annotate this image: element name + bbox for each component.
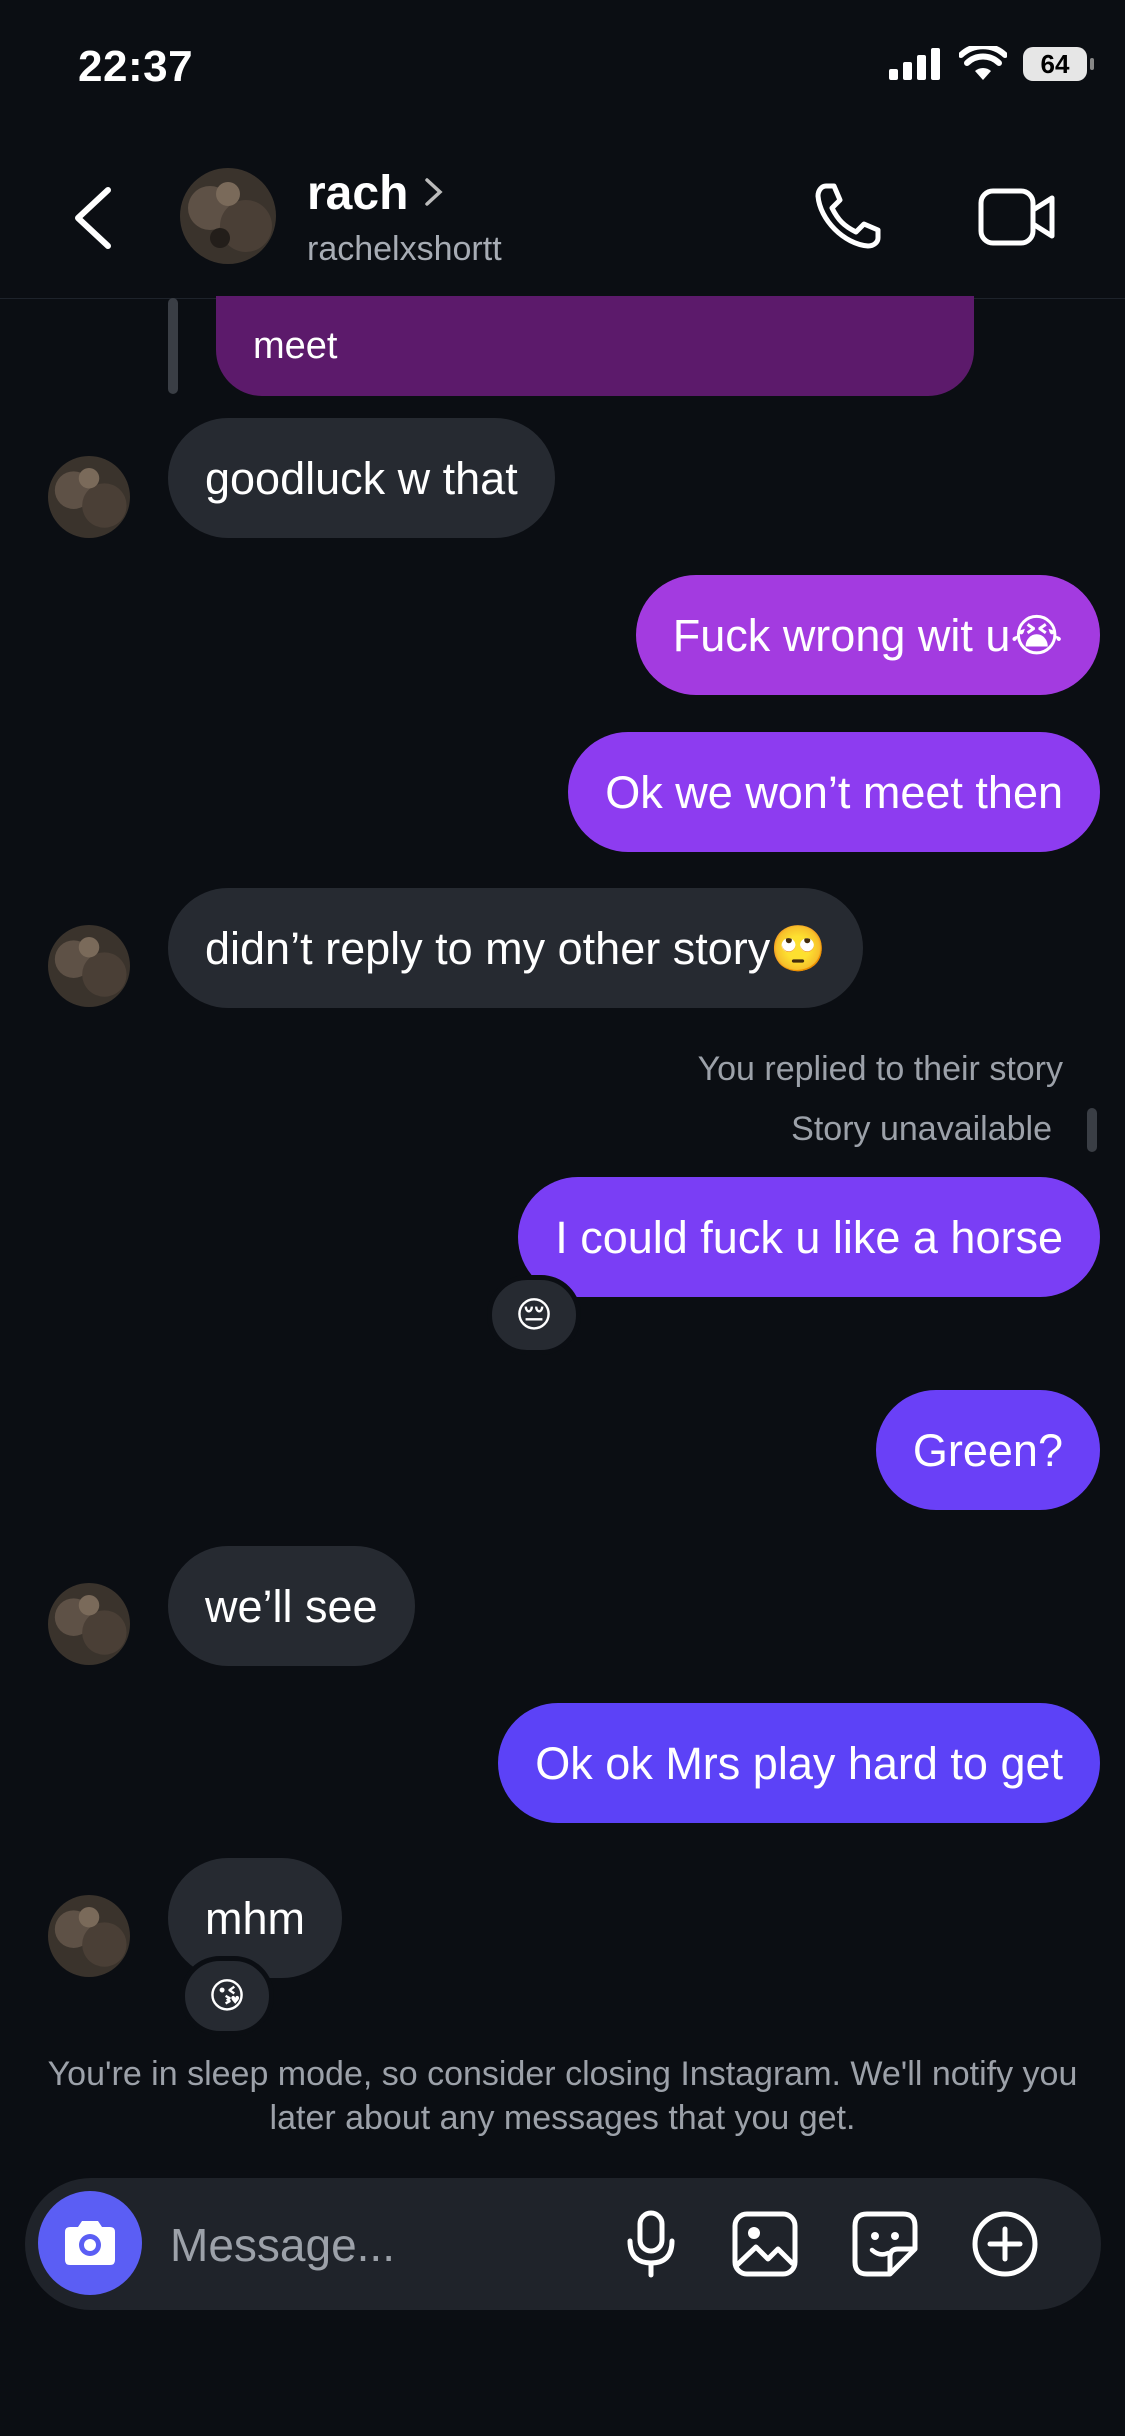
status-time: 22:37 (78, 42, 194, 91)
avatar[interactable] (48, 1583, 130, 1665)
sent-message[interactable]: Green? (875, 1390, 1100, 1510)
received-message[interactable]: we’ll see (168, 1546, 415, 1666)
sticker-icon[interactable] (850, 2209, 920, 2279)
contact-username[interactable]: rachelxshortt (307, 230, 502, 269)
message-reaction[interactable]: 😘 (180, 1956, 274, 2036)
microphone-icon[interactable] (616, 2209, 686, 2279)
received-message[interactable]: goodluck w that (168, 418, 555, 538)
sent-message[interactable]: Ok we won’t meet then (568, 732, 1100, 852)
video-call-icon[interactable] (978, 186, 1056, 248)
story-status: Story unavailable (791, 1110, 1052, 1148)
story-indicator (1087, 1108, 1097, 1152)
avatar[interactable] (180, 168, 276, 264)
received-message[interactable]: mhm (168, 1858, 342, 1978)
reply-indicator (168, 298, 178, 394)
chat-header (0, 150, 1125, 299)
message-reaction[interactable]: 😔 (487, 1275, 581, 1355)
phone-icon[interactable] (812, 180, 884, 252)
contact-name[interactable]: rach (307, 166, 408, 221)
signal-icon (889, 48, 940, 80)
battery-indicator: 64 (1023, 47, 1094, 81)
gallery-icon[interactable] (730, 2209, 800, 2279)
received-message[interactable]: didn’t reply to my other story🙄 (168, 888, 864, 1008)
camera-icon (65, 2221, 115, 2265)
status-icons: 64 (887, 46, 1094, 82)
plus-icon[interactable] (970, 2209, 1040, 2279)
avatar[interactable] (48, 1895, 130, 1977)
sent-message[interactable]: I could fuck u like a horse (518, 1177, 1100, 1297)
sent-message[interactable]: Fuck wrong wit u😭 (635, 575, 1100, 695)
wifi-icon (959, 46, 1007, 80)
back-icon[interactable] (70, 186, 116, 250)
story-reply-label: You replied to their story (697, 1050, 1063, 1088)
sent-message[interactable]: meet (216, 296, 974, 396)
sent-message[interactable]: Ok ok Mrs play hard to get (498, 1703, 1100, 1823)
sleep-mode-notice: You're in sleep mode, so consider closin… (47, 2055, 1078, 2137)
chevron-right-icon[interactable] (422, 172, 446, 212)
avatar[interactable] (48, 456, 130, 538)
message-input[interactable] (168, 2212, 592, 2278)
camera-button[interactable] (38, 2191, 142, 2295)
avatar[interactable] (48, 925, 130, 1007)
